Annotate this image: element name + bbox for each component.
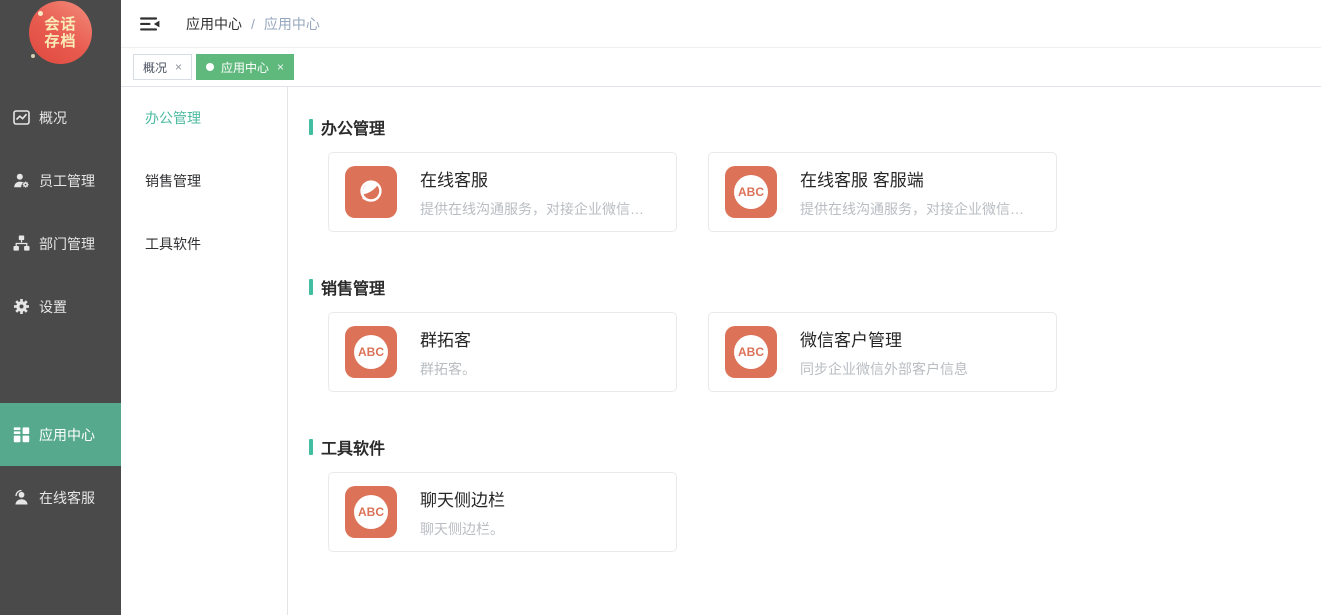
category-submenu: 办公管理销售管理工具软件 [121, 87, 288, 615]
logo-text: 会话 存档 [44, 16, 76, 50]
app-card-online-service[interactable]: 在线客服 提供在线沟通服务，对接企业微信… [328, 152, 677, 232]
sidebar-item-label: 应用中心 [39, 425, 95, 445]
submenu-item-tool-software[interactable]: 工具软件 [121, 213, 287, 276]
breadcrumb-current: 应用中心 [264, 14, 320, 34]
app-name: 聊天侧边栏 [420, 486, 505, 511]
section-tool-software: 工具软件 ABC 聊天侧边栏 聊天侧边栏。 [309, 437, 1321, 552]
app-description: 提供在线沟通服务，对接企业微信… [800, 199, 1024, 219]
service-agent-icon [345, 166, 397, 218]
body-row: 办公管理销售管理工具软件 办公管理 在线客服 提供在线沟通服务，对接企业微信… … [121, 87, 1321, 615]
app-card-qun-tuo-ke[interactable]: ABC 群拓客 群拓客。 [328, 312, 677, 392]
app-name: 群拓客 [420, 326, 476, 351]
abc-badge-icon: ABC [345, 486, 397, 538]
sidebar-item-department-management[interactable]: 部门管理 [0, 212, 121, 275]
section-sales-management: 销售管理 ABC 群拓客 群拓客。 ABC 微信客户管理 同步企业微信外部客户信… [309, 277, 1321, 392]
abc-badge-text: ABC [734, 175, 768, 209]
app-description: 聊天侧边栏。 [420, 519, 505, 539]
tabbar: 概况 × 应用中心 × [121, 48, 1321, 87]
tab-label: 概况 [143, 59, 167, 76]
logo-line1: 会话 [44, 16, 76, 33]
abc-badge-text: ABC [354, 495, 388, 529]
sidebar-item-online-service[interactable]: 在线客服 [0, 466, 121, 529]
app-description: 同步企业微信外部客户信息 [800, 359, 968, 379]
tab-app-center[interactable]: 应用中心 × [196, 54, 294, 80]
logo-dot [38, 11, 43, 16]
app-description: 提供在线沟通服务，对接企业微信… [420, 199, 644, 219]
section-accent-bar [309, 279, 313, 295]
tab-close-icon[interactable]: × [175, 61, 182, 73]
card-row: ABC 聊天侧边栏 聊天侧边栏。 [328, 472, 1321, 552]
breadcrumb-separator: / [251, 16, 255, 32]
tab-label: 应用中心 [221, 59, 269, 76]
card-row: ABC 群拓客 群拓客。 ABC 微信客户管理 同步企业微信外部客户信息 [328, 312, 1321, 392]
app-card-online-service-agent[interactable]: ABC 在线客服 客服端 提供在线沟通服务，对接企业微信… [708, 152, 1057, 232]
chart-icon [13, 109, 30, 126]
primary-menu: 概况 员工管理 部门管理 设置 应用中心 在线客服 [0, 86, 121, 529]
abc-badge-icon: ABC [725, 326, 777, 378]
logo-dot [31, 54, 35, 58]
submenu-item-office-management[interactable]: 办公管理 [121, 87, 287, 150]
section-title: 销售管理 [321, 275, 385, 299]
app-card-wechat-customer-management[interactable]: ABC 微信客户管理 同步企业微信外部客户信息 [708, 312, 1057, 392]
section-office-management: 办公管理 在线客服 提供在线沟通服务，对接企业微信… ABC 在线客服 客服端 … [309, 117, 1321, 232]
abc-badge-text: ABC [734, 335, 768, 369]
gear-icon [13, 298, 30, 315]
department-icon [13, 235, 30, 252]
sidebar-item-label: 部门管理 [39, 234, 95, 254]
breadcrumb-parent[interactable]: 应用中心 [186, 14, 242, 34]
sidebar-item-label: 设置 [39, 297, 67, 317]
app-description: 群拓客。 [420, 359, 476, 379]
abc-badge-icon: ABC [725, 166, 777, 218]
agent-icon [13, 489, 30, 506]
app-root: 会话 存档 概况 员工管理 部门管理 设置 应用中心 在线客服 应用中心 / 应… [0, 0, 1321, 615]
abc-badge-text: ABC [354, 335, 388, 369]
app-name: 在线客服 客服端 [800, 166, 1024, 191]
card-row: 在线客服 提供在线沟通服务，对接企业微信… ABC 在线客服 客服端 提供在线沟… [328, 152, 1321, 232]
breadcrumb: 应用中心 / 应用中心 [186, 14, 320, 34]
primary-sidebar: 会话 存档 概况 员工管理 部门管理 设置 应用中心 在线客服 [0, 0, 121, 615]
employee-icon [13, 172, 30, 189]
section-accent-bar [309, 119, 313, 135]
app-logo: 会话 存档 [29, 1, 92, 64]
submenu-item-sales-management[interactable]: 销售管理 [121, 150, 287, 213]
app-name: 在线客服 [420, 166, 644, 191]
sidebar-fold-icon[interactable] [140, 16, 160, 32]
app-name: 微信客户管理 [800, 326, 968, 351]
section-accent-bar [309, 439, 313, 455]
section-title: 办公管理 [321, 115, 385, 139]
sidebar-item-label: 概况 [39, 108, 67, 128]
sidebar-item-overview[interactable]: 概况 [0, 86, 121, 149]
app-card-chat-sidebar[interactable]: ABC 聊天侧边栏 聊天侧边栏。 [328, 472, 677, 552]
active-tab-dot [206, 63, 214, 71]
sidebar-item-label: 员工管理 [39, 171, 95, 191]
app-list-content: 办公管理 在线客服 提供在线沟通服务，对接企业微信… ABC 在线客服 客服端 … [288, 87, 1321, 615]
sidebar-item-label: 在线客服 [39, 488, 95, 508]
tab-close-icon[interactable]: × [277, 61, 284, 73]
tab-overview[interactable]: 概况 × [133, 54, 192, 80]
sidebar-item-employee-management[interactable]: 员工管理 [0, 149, 121, 212]
abc-badge-icon: ABC [345, 326, 397, 378]
apps-grid-icon [13, 426, 30, 443]
logo-area: 会话 存档 [0, 0, 121, 86]
section-title: 工具软件 [321, 435, 385, 459]
sidebar-item-settings[interactable]: 设置 [0, 275, 121, 338]
main-column: 应用中心 / 应用中心 概况 × 应用中心 × 办公管理销售管理工具软件 办公管… [121, 0, 1321, 615]
sidebar-item-app-center[interactable]: 应用中心 [0, 403, 121, 466]
topbar: 应用中心 / 应用中心 [121, 0, 1321, 48]
logo-line2: 存档 [44, 33, 76, 50]
